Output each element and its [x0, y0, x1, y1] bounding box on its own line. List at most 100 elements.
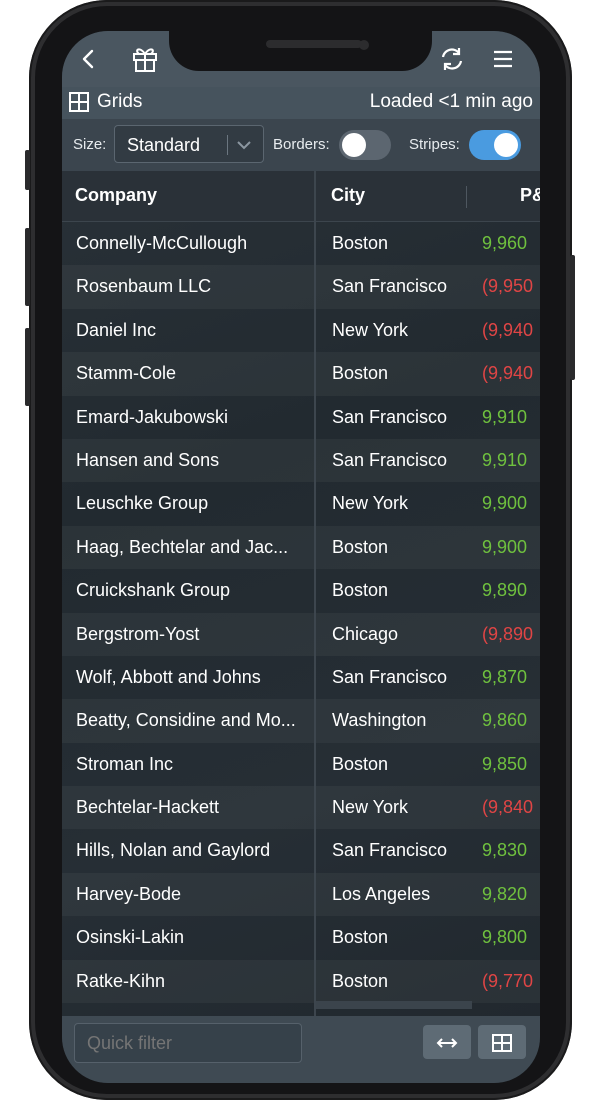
- cell-city: Washington: [332, 710, 427, 731]
- cell-pl: (9,940: [482, 363, 534, 384]
- arrows-horizontal-icon: [435, 1029, 459, 1054]
- table-row[interactable]: Hansen and Sons San Francisco 9,910: [62, 438, 540, 483]
- cell-city: Boston: [332, 363, 389, 384]
- page-title: Grids: [97, 91, 143, 112]
- table-row[interactable]: Stroman Inc Boston 9,850: [62, 743, 540, 786]
- header-separator: [466, 186, 467, 208]
- cell-pl: 9,910: [482, 449, 528, 470]
- size-select[interactable]: Standard: [114, 125, 264, 163]
- table-row[interactable]: Emard-Jakubowski San Francisco 9,910: [62, 396, 540, 439]
- cell-company: Leuschke Group: [76, 493, 209, 514]
- cell-pl: 9,910: [482, 406, 528, 427]
- autosize-columns-button[interactable]: [423, 1025, 471, 1059]
- cell-company: Hansen and Sons: [76, 449, 220, 470]
- cell-city: Boston: [332, 580, 389, 601]
- grid-icon: [491, 1029, 513, 1054]
- controls-bar: Size: Standard Borders: Stripes:: [62, 119, 540, 171]
- size-label: Size:: [73, 136, 107, 153]
- table-row[interactable]: Osinski-Lakin Boston 9,800: [62, 916, 540, 959]
- cell-pl: 9,830: [482, 840, 528, 861]
- table-row[interactable]: Stamm-Cole Boston (9,940: [62, 352, 540, 396]
- title-bar: Grids Loaded <1 min ago: [62, 87, 540, 119]
- cell-pl: (9,770: [482, 970, 534, 991]
- cell-company: Wolf, Abbott and Johns: [76, 666, 261, 687]
- table-row[interactable]: Rosenbaum LLC San Francisco (9,950: [62, 265, 540, 309]
- table-row[interactable]: Bergstrom-Yost Chicago (9,890: [62, 612, 540, 656]
- table-row[interactable]: Ratke-Kihn Boston (9,770: [62, 959, 540, 1004]
- refresh-icon[interactable]: [435, 43, 469, 75]
- cell-pl: 9,850: [482, 753, 528, 774]
- speaker-grille: [266, 40, 362, 48]
- cell-pl: 9,800: [482, 927, 528, 948]
- cell-city: San Francisco: [332, 449, 448, 470]
- column-header-pl[interactable]: P&: [520, 185, 540, 206]
- stripes-toggle[interactable]: [469, 130, 521, 160]
- table-row[interactable]: Daniel Inc New York (9,940: [62, 309, 540, 352]
- cell-city: San Francisco: [332, 666, 448, 687]
- cell-pl: 9,870: [482, 666, 528, 687]
- size-select-value: Standard: [127, 135, 201, 155]
- pinned-column-divider: [314, 171, 316, 1016]
- table-row[interactable]: Hills, Nolan and Gaylord San Francisco 9,8…: [62, 829, 540, 872]
- cell-city: Boston: [332, 233, 389, 253]
- cell-company: Harvey-Bode: [76, 883, 182, 904]
- cell-pl: 9,900: [482, 493, 528, 514]
- cell-company: Osinski-Lakin: [76, 927, 185, 948]
- cell-company: Stroman Inc: [76, 753, 174, 774]
- cell-company: Hills, Nolan and Gaylord: [76, 840, 271, 861]
- phone-notch: [169, 31, 432, 71]
- cell-city: Boston: [332, 536, 389, 557]
- cell-company: Rosenbaum LLC: [76, 276, 212, 297]
- mute-switch: [25, 150, 30, 190]
- grid-layout-button[interactable]: [478, 1025, 526, 1059]
- power-button: [570, 255, 575, 380]
- borders-label: Borders:: [273, 136, 330, 153]
- cell-company: Emard-Jakubowski: [76, 406, 229, 427]
- table-row[interactable]: Harvey-Bode Los Angeles 9,820: [62, 872, 540, 917]
- grid-body: Connelly-McCullough Boston 9,960 Rosenbaum …: [62, 222, 540, 1004]
- toggle-knob: [342, 133, 366, 157]
- cell-company: Daniel Inc: [76, 319, 157, 340]
- cell-company: Bechtelar-Hackett: [76, 797, 220, 818]
- table-row[interactable]: Haag, Bechtelar and Jac... Boston 9,900: [62, 525, 540, 570]
- table-row[interactable]: Beatty, Considine and Mo... Washington 9,8…: [62, 699, 540, 743]
- table-row[interactable]: Cruickshank Group Boston 9,890: [62, 569, 540, 612]
- grid-header: Company City P&: [62, 171, 540, 222]
- cell-city: Boston: [332, 970, 389, 991]
- borders-toggle[interactable]: [339, 130, 391, 160]
- stripes-label: Stripes:: [409, 136, 460, 153]
- toggle-knob: [494, 133, 518, 157]
- cell-city: San Francisco: [332, 406, 448, 427]
- table-row[interactable]: Wolf, Abbott and Johns San Francisco 9,870: [62, 656, 540, 699]
- cell-pl: 9,960: [482, 233, 528, 253]
- table-row[interactable]: Leuschke Group New York 9,900: [62, 482, 540, 525]
- column-header-company[interactable]: Company: [75, 185, 157, 206]
- cell-pl: 9,820: [482, 883, 528, 904]
- chevron-left-icon[interactable]: [72, 43, 106, 75]
- cell-company: Haag, Bechtelar and Jac...: [76, 536, 289, 557]
- hamburger-menu-icon[interactable]: [486, 43, 520, 75]
- cell-city: San Francisco: [332, 840, 448, 861]
- cell-pl: (9,840: [482, 797, 534, 818]
- cell-city: Chicago: [332, 623, 399, 644]
- gift-icon[interactable]: [128, 43, 162, 75]
- volume-down-button: [25, 328, 30, 406]
- cell-city: Los Angeles: [332, 883, 431, 904]
- cell-company: Cruickshank Group: [76, 580, 231, 601]
- column-header-city[interactable]: City: [331, 185, 365, 206]
- cell-city: New York: [332, 319, 409, 340]
- cell-pl: (9,890: [482, 623, 534, 644]
- cell-city: Boston: [332, 753, 389, 774]
- quick-filter-input[interactable]: [74, 1023, 302, 1063]
- front-camera: [359, 40, 369, 50]
- table-row[interactable]: Bechtelar-Hackett New York (9,840: [62, 786, 540, 830]
- cell-company: Ratke-Kihn: [76, 970, 166, 991]
- volume-up-button: [25, 228, 30, 306]
- cell-pl: 9,900: [482, 536, 528, 557]
- app-screen: Grids Loaded <1 min ago Size: Standard B…: [62, 31, 540, 1083]
- cell-pl: (9,950: [482, 276, 534, 297]
- cell-pl: 9,890: [482, 580, 528, 601]
- table-row[interactable]: Connelly-McCullough Boston 9,960: [62, 222, 540, 265]
- horizontal-scrollbar[interactable]: [316, 1001, 472, 1009]
- cell-company: Stamm-Cole: [76, 363, 177, 384]
